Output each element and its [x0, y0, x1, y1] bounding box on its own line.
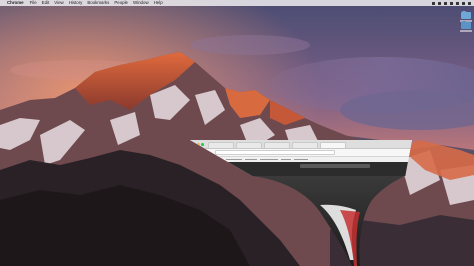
notification-center-icon[interactable] — [468, 1, 471, 5]
desktop-folder-icon[interactable] — [461, 20, 471, 29]
volume-icon[interactable] — [450, 1, 453, 5]
menu-item-help[interactable]: Help — [154, 0, 163, 6]
browser-tab[interactable] — [292, 142, 318, 148]
desktop-folder-icon[interactable] — [461, 10, 471, 19]
browser-tab[interactable] — [264, 142, 290, 148]
desktop-folder-label — [460, 30, 472, 32]
spotlight-icon[interactable] — [462, 1, 465, 5]
menu-item-bookmarks[interactable]: Bookmarks — [87, 0, 109, 6]
menu-item-history[interactable]: History — [69, 0, 83, 6]
browser-tab[interactable] — [208, 142, 234, 148]
browser-toolbar — [190, 149, 412, 157]
bookmark-item[interactable] — [281, 158, 291, 161]
menu-item-people[interactable]: People — [114, 0, 128, 6]
address-bar[interactable] — [215, 150, 335, 155]
menu-bar-status-area — [432, 0, 471, 6]
desktop-wallpaper — [0, 0, 474, 266]
page-header-bar — [300, 164, 370, 168]
wifi-icon[interactable] — [444, 1, 447, 5]
bookmark-item[interactable] — [245, 158, 257, 161]
status-icon[interactable] — [432, 1, 435, 5]
browser-tab-strip — [190, 140, 412, 149]
bookmark-item[interactable] — [226, 158, 242, 161]
browser-tab[interactable] — [236, 142, 262, 148]
status-icon[interactable] — [438, 1, 441, 5]
bookmark-item[interactable] — [294, 158, 308, 161]
menu-app-name[interactable]: Chrome — [7, 0, 24, 6]
menu-bar: Chrome File Edit View History Bookmarks … — [0, 0, 474, 6]
browser-tab-active[interactable] — [320, 142, 346, 148]
zoom-button[interactable] — [201, 143, 204, 146]
menu-item-file[interactable]: File — [30, 0, 37, 6]
bookmark-item[interactable] — [260, 158, 278, 161]
menu-item-window[interactable]: Window — [133, 0, 149, 6]
menu-item-view[interactable]: View — [54, 0, 63, 6]
battery-icon[interactable] — [456, 1, 459, 5]
menu-item-edit[interactable]: Edit — [42, 0, 50, 6]
